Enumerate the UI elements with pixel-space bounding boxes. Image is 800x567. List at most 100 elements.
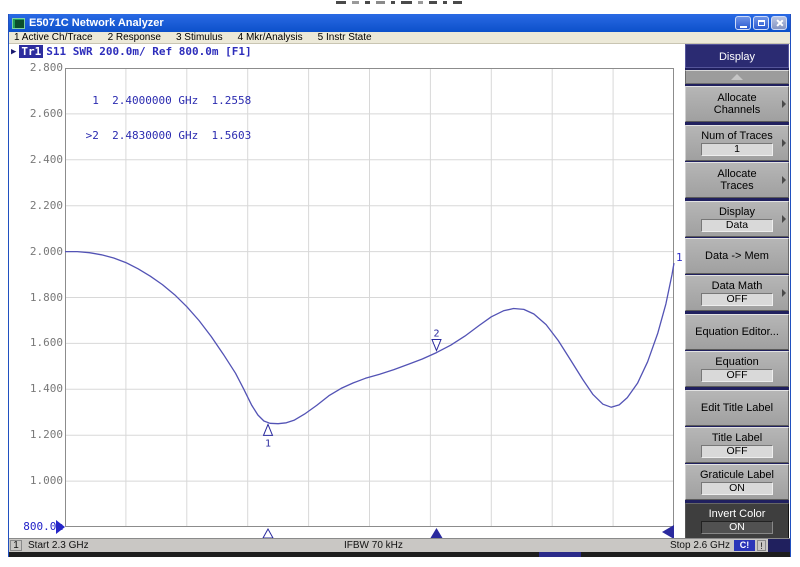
- title-bar[interactable]: E5071C Network Analyzer: [9, 14, 790, 32]
- bottom-strip-segment: [539, 552, 581, 557]
- softkey-group: Edit Title LabelTitle LabelOFFGraticule …: [685, 390, 789, 500]
- softkey-data-mem[interactable]: Data -> Mem: [685, 238, 789, 274]
- submenu-arrow-icon: [782, 139, 786, 147]
- softkey-label: Num of Traces: [701, 130, 773, 142]
- softkey-label: Data -> Mem: [705, 250, 769, 262]
- softkey-value: 1: [701, 143, 773, 156]
- y-tick-2-200: 2.200: [11, 200, 63, 212]
- submenu-arrow-icon: [782, 289, 786, 297]
- softkey-value: OFF: [701, 293, 773, 306]
- softkey-scroll-up-button[interactable]: [685, 70, 789, 84]
- window-title: E5071C Network Analyzer: [29, 14, 164, 32]
- softkey-label: Graticule Label: [700, 469, 774, 481]
- y-tick-1-800: 1.800: [11, 292, 63, 304]
- softkey-edit-title-label[interactable]: Edit Title Label: [685, 390, 789, 426]
- softkey-equation[interactable]: EquationOFF: [685, 351, 789, 387]
- cal-status-badge: C!: [734, 540, 755, 551]
- softkey-value: OFF: [701, 445, 773, 458]
- softkey-menu-title: Display: [685, 44, 789, 68]
- menu-bar: 1 Active Ch/Trace 2 Response 3 Stimulus 4 M…: [9, 32, 790, 44]
- start-frequency-label: Start 2.3 GHz: [28, 540, 89, 552]
- softkey-label: Title Label: [712, 432, 762, 444]
- submenu-arrow-icon: [782, 215, 786, 223]
- status-bar: 1 Start 2.3 GHz IFBW 70 kHz Stop 2.6 GHz…: [9, 538, 790, 552]
- marker-1-stimulus-icon[interactable]: [263, 529, 273, 538]
- restore-button[interactable]: [753, 16, 769, 30]
- sidebar-corner: [768, 539, 790, 553]
- status-flag: !: [757, 540, 766, 551]
- softkey-label: Equation: [715, 356, 758, 368]
- softkey-data-math[interactable]: Data MathOFF: [685, 275, 789, 311]
- window-controls: [735, 16, 787, 30]
- softkey-group: DisplayData Data -> Mem Data MathOFF: [685, 201, 789, 311]
- trace-number-label: 1: [676, 251, 683, 264]
- menu-item-1-active-ch-trace[interactable]: 1 Active Ch/Trace: [14, 32, 93, 44]
- y-tick-2-000: 2.000: [11, 246, 63, 258]
- close-icon: [775, 19, 783, 27]
- submenu-arrow-icon: [782, 100, 786, 108]
- softkey-sidebar: Display Allocate ChannelsNum of Traces1A…: [685, 44, 789, 538]
- softkey-group: Allocate Channels: [685, 86, 789, 122]
- softkey-allocate-traces[interactable]: Allocate Traces: [685, 162, 789, 198]
- softkey-group: Invert ColorON: [685, 503, 789, 538]
- softkey-display[interactable]: DisplayData: [685, 201, 789, 237]
- y-tick-2-400: 2.400: [11, 154, 63, 166]
- trace-label[interactable]: Tr1: [19, 45, 43, 58]
- softkey-equation-editor[interactable]: Equation Editor...: [685, 314, 789, 350]
- minimize-icon: [740, 26, 747, 28]
- marker-1-number: 1: [265, 438, 271, 449]
- sweep-end-indicator-icon: [662, 525, 674, 539]
- softkey-label: Allocate Traces: [717, 168, 756, 192]
- softkey-value: OFF: [701, 369, 773, 382]
- cropped-text-fragment: [336, 1, 468, 5]
- softkey-group: Num of Traces1 Allocate Traces: [685, 125, 789, 198]
- marker-2-number: 2: [433, 329, 439, 340]
- triangle-up-icon: [731, 74, 743, 80]
- softkey-value: Data: [701, 219, 773, 232]
- marker-readout-line-2: >2 2.4830000 GHz 1.5603: [79, 130, 251, 142]
- softkey-invert-color[interactable]: Invert ColorON: [685, 503, 789, 538]
- channel-indicator: 1: [10, 540, 22, 551]
- softkey-label: Invert Color: [709, 508, 766, 520]
- marker-2-stimulus-icon[interactable]: [430, 528, 442, 538]
- softkey-group: Equation Editor... EquationOFF: [685, 314, 789, 387]
- marker-readout-line-1: 1 2.4000000 GHz 1.2558: [79, 95, 251, 107]
- y-tick-1-000: 1.000: [11, 475, 63, 487]
- y-tick-800-0m: 800.0m: [11, 521, 63, 533]
- app-icon: [12, 18, 25, 29]
- softkey-label: Allocate Channels: [714, 92, 760, 116]
- softkey-value: ON: [701, 521, 773, 534]
- softkey-label: Display: [719, 206, 755, 218]
- softkey-list: Allocate Channels Num of Traces1 Allocate …: [685, 86, 789, 538]
- screen: E5071C Network Analyzer 1 Active Ch/Trac…: [0, 0, 800, 567]
- restore-icon: [758, 20, 765, 26]
- active-trace-pointer-icon: ▶: [11, 47, 16, 57]
- ifbw-label: IFBW 70 kHz: [344, 540, 403, 552]
- softkey-label: Equation Editor...: [695, 326, 779, 338]
- softkey-label: Edit Title Label: [701, 402, 773, 414]
- main-content: ▶ Tr1 S11 SWR 200.0m/ Ref 800.0m [F1] 2.…: [9, 44, 790, 538]
- app-window: E5071C Network Analyzer 1 Active Ch/Trac…: [8, 14, 791, 557]
- y-tick-2-800: 2.800: [11, 62, 63, 74]
- trace-settings-text: S11 SWR 200.0m/ Ref 800.0m [F1]: [46, 45, 251, 58]
- close-button[interactable]: [771, 16, 787, 30]
- minimize-button[interactable]: [735, 16, 751, 30]
- menu-item-5-instr-state[interactable]: 5 Instr State: [318, 32, 372, 44]
- stop-frequency-label: Stop 2.6 GHz: [670, 540, 730, 552]
- softkey-graticule-label[interactable]: Graticule LabelON: [685, 464, 789, 500]
- y-tick-1-200: 1.200: [11, 429, 63, 441]
- menu-item-3-stimulus[interactable]: 3 Stimulus: [176, 32, 223, 44]
- bottom-strip: [9, 552, 790, 557]
- softkey-value: ON: [701, 482, 773, 495]
- marker-readout: 1 2.4000000 GHz 1.2558 >2 2.4830000 GHz …: [79, 72, 251, 164]
- softkey-num-of-traces[interactable]: Num of Traces1: [685, 125, 789, 161]
- softkey-title-label[interactable]: Title LabelOFF: [685, 427, 789, 463]
- menu-item-2-response[interactable]: 2 Response: [108, 32, 161, 44]
- menu-item-4-mkr-analysis[interactable]: 4 Mkr/Analysis: [238, 32, 303, 44]
- softkey-allocate-channels[interactable]: Allocate Channels: [685, 86, 789, 122]
- softkey-label: Data Math: [712, 280, 763, 292]
- y-tick-1-600: 1.600: [11, 337, 63, 349]
- trace-status-line: ▶ Tr1 S11 SWR 200.0m/ Ref 800.0m [F1]: [11, 45, 252, 58]
- submenu-arrow-icon: [782, 176, 786, 184]
- y-tick-1-400: 1.400: [11, 383, 63, 395]
